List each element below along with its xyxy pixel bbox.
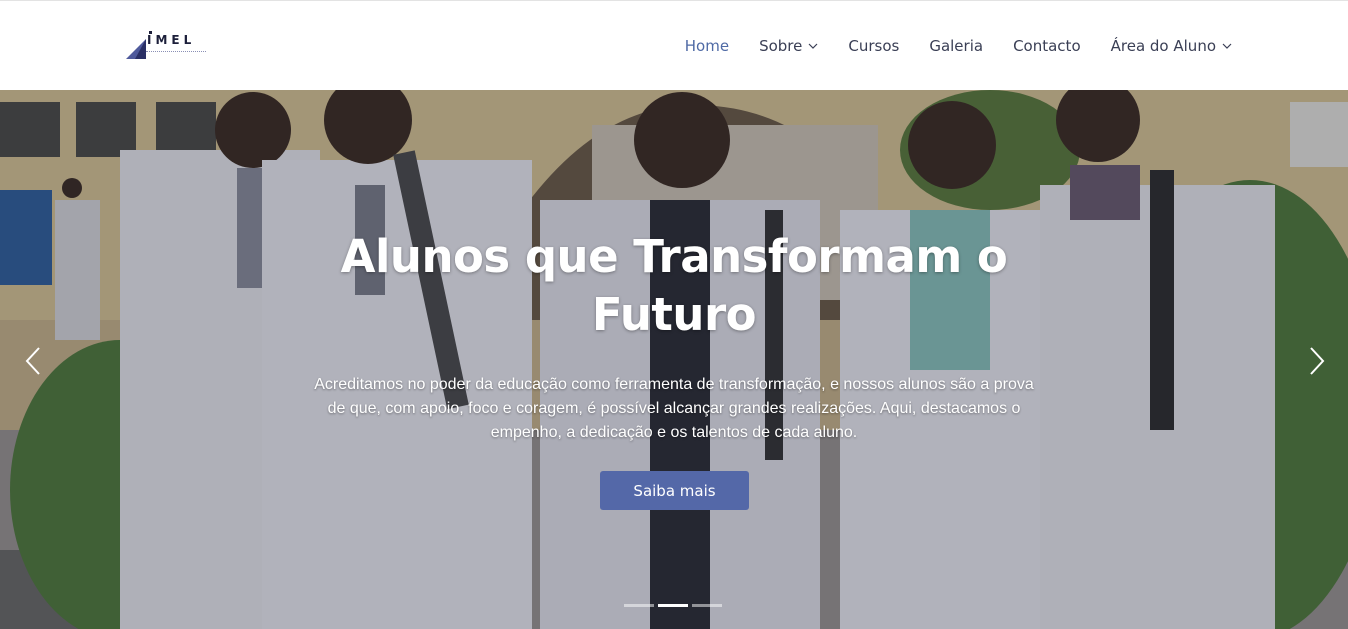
carousel-indicator-1[interactable] — [624, 604, 654, 607]
chevron-left-icon — [25, 347, 40, 375]
nav-sobre-label: Sobre — [759, 37, 803, 55]
nav-area-do-aluno[interactable]: Área do Aluno — [1111, 37, 1232, 55]
hero-title: Alunos que Transformam o Futuro — [340, 230, 1008, 341]
nav-contacto-label: Contacto — [1013, 37, 1081, 55]
chevron-down-icon — [808, 43, 818, 49]
nav-contacto[interactable]: Contacto — [1013, 37, 1081, 55]
nav-galeria-label: Galeria — [929, 37, 984, 55]
nav-home-label: Home — [684, 37, 730, 55]
carousel-indicator-3[interactable] — [692, 604, 722, 607]
nav-galeria[interactable]: Galeria — [929, 37, 983, 55]
nav-sobre[interactable]: Sobre — [759, 37, 818, 55]
site-header: IMEL Home Sobre Cursos Galeria Contacto … — [0, 0, 1348, 90]
nav-area-do-aluno-label: Área do Aluno — [1110, 37, 1216, 55]
chevron-down-icon — [1222, 43, 1232, 49]
nav-cursos-label: Cursos — [848, 37, 900, 55]
logo-text: IMEL — [147, 33, 196, 47]
main-nav: Home Sobre Cursos Galeria Contacto Área … — [655, 1, 1232, 91]
carousel-next-button[interactable] — [1304, 346, 1328, 376]
nav-cursos[interactable]: Cursos — [848, 37, 899, 55]
nav-home[interactable]: Home — [685, 37, 729, 55]
imel-logo[interactable]: IMEL — [126, 29, 210, 63]
logo-tagline-line — [146, 51, 206, 54]
hero-overlay — [0, 90, 1348, 629]
carousel-indicator-2[interactable] — [658, 604, 688, 607]
carousel-prev-button[interactable] — [22, 346, 46, 376]
hero-description: Acreditamos no poder da educação como fe… — [314, 376, 1034, 441]
carousel-indicators — [624, 604, 722, 607]
chevron-right-icon — [1310, 347, 1325, 375]
hero-carousel: Alunos que Transformam o Futuro Acredita… — [0, 90, 1348, 629]
saiba-mais-button[interactable]: Saiba mais — [600, 471, 749, 510]
